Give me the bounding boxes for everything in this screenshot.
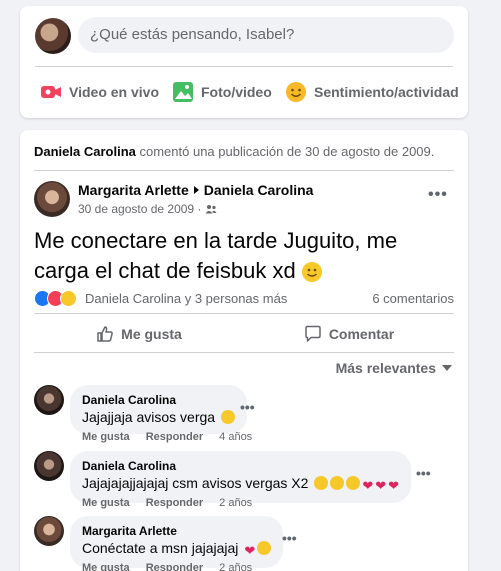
post-body: Me conectare en la tarde Juguito, me car… bbox=[34, 228, 398, 283]
tongue-laugh-emoji-icon bbox=[220, 410, 235, 424]
photo-video-button[interactable]: Foto/video bbox=[172, 74, 272, 110]
feeling-activity-label: Sentimiento/actividad bbox=[314, 84, 459, 100]
comment-reply-button[interactable]: Responder bbox=[146, 497, 203, 509]
comment-text-line: Jajajajajjajajaj csm avisos vergas X2 ❤ ❤… bbox=[82, 474, 399, 495]
live-video-button[interactable]: Video en vivo bbox=[40, 74, 159, 110]
divider bbox=[34, 352, 454, 353]
context-text: comentó una publicación de 30 de agosto … bbox=[135, 144, 435, 159]
haha-reaction-icon bbox=[60, 289, 77, 307]
comment-text: Jajajjaja avisos verga bbox=[82, 409, 216, 425]
heart-emoji-icon: ❤ bbox=[375, 478, 387, 493]
comment-time[interactable]: 2 años bbox=[219, 562, 252, 571]
comment-label: Comentar bbox=[328, 326, 395, 342]
comment-actions: Me gusta Responder 4 años bbox=[82, 431, 268, 443]
composer-actions: Video en vivo Foto/video Sentimiento/act… bbox=[20, 74, 468, 110]
comment-text: Jajajajajjajajaj csm avisos vergas X2 bbox=[82, 475, 309, 491]
sort-label: Más relevantes bbox=[335, 360, 436, 376]
rofl-emoji-icon bbox=[346, 476, 361, 490]
live-video-icon bbox=[41, 86, 61, 98]
heart-emoji-icon: ❤ bbox=[362, 478, 374, 493]
comment-bubble: Margarita Arlette Conéctate a msn jajaja… bbox=[70, 516, 284, 568]
rofl-emoji-icon bbox=[330, 476, 345, 490]
divider bbox=[34, 313, 454, 314]
author-avatar[interactable] bbox=[34, 181, 70, 217]
post-context: Daniela Carolina comentó una publicación… bbox=[34, 144, 434, 159]
comment-icon bbox=[305, 325, 321, 342]
context-actor[interactable]: Daniela Carolina bbox=[34, 144, 136, 159]
like-button[interactable]: Me gusta bbox=[34, 318, 244, 350]
status-input[interactable]: ¿Qué estás pensando, Isabel? bbox=[78, 17, 454, 53]
commenter-avatar[interactable] bbox=[34, 385, 64, 415]
feeling-activity-button[interactable]: Sentimiento/actividad bbox=[285, 74, 459, 110]
caret-down-icon bbox=[442, 365, 452, 371]
smile-emoji-icon bbox=[301, 262, 322, 283]
photo-video-label: Foto/video bbox=[201, 84, 272, 100]
rofl-emoji-icon bbox=[314, 476, 329, 490]
comment-actions: Me gusta Responder 2 años bbox=[82, 497, 268, 509]
comment-options-icon[interactable]: ••• bbox=[416, 465, 431, 481]
comment-actions: Me gusta Responder 2 años bbox=[82, 562, 268, 571]
comment-button[interactable]: Comentar bbox=[244, 318, 454, 350]
comment-like-button[interactable]: Me gusta bbox=[82, 497, 130, 509]
comment-text-line: Conéctate a msn jajajajaj ❤ bbox=[82, 539, 272, 560]
post-date[interactable]: 30 de agosto de 2009 · bbox=[78, 202, 201, 216]
like-label: Me gusta bbox=[121, 326, 182, 342]
post-options-icon[interactable]: ••• bbox=[428, 186, 448, 204]
comment-time[interactable]: 2 años bbox=[219, 497, 252, 509]
feeling-icon bbox=[286, 82, 306, 102]
reactions-text[interactable]: Daniela Carolina y 3 personas más bbox=[85, 291, 287, 306]
reactions-summary: Daniela Carolina y 3 personas más 6 come… bbox=[34, 288, 454, 308]
commenter-avatar[interactable] bbox=[34, 451, 64, 481]
user-avatar[interactable] bbox=[35, 18, 71, 54]
comment-options-icon[interactable]: ••• bbox=[240, 399, 255, 415]
commenter-name[interactable]: Daniela Carolina bbox=[82, 392, 235, 408]
post-text: Me conectare en la tarde Juguito, me car… bbox=[34, 226, 454, 286]
comment-bubble: Daniela Carolina Jajajajajjajajaj csm av… bbox=[70, 451, 412, 503]
comment-like-button[interactable]: Me gusta bbox=[82, 562, 130, 571]
photo-icon bbox=[173, 82, 193, 102]
author-name[interactable]: Margarita Arlette bbox=[78, 182, 189, 198]
comment-time[interactable]: 4 años bbox=[219, 431, 252, 443]
target-name[interactable]: Daniela Carolina bbox=[204, 182, 314, 198]
comment-text: Conéctate a msn jajajajaj bbox=[82, 540, 239, 556]
rofl-emoji-icon bbox=[257, 541, 272, 555]
heart-emoji-icon: ❤ bbox=[388, 478, 400, 493]
friends-privacy-icon bbox=[205, 205, 217, 214]
post-composer: ¿Qué estás pensando, Isabel? Video en vi… bbox=[20, 6, 468, 118]
post-header: Margarita Arlette Daniela Carolina bbox=[78, 182, 313, 198]
divider bbox=[34, 170, 454, 171]
arrow-right-icon bbox=[193, 186, 199, 194]
commenter-avatar[interactable] bbox=[34, 516, 64, 546]
comment-like-button[interactable]: Me gusta bbox=[82, 431, 130, 443]
post-meta: 30 de agosto de 2009 · bbox=[78, 202, 217, 216]
comments-count[interactable]: 6 comentarios bbox=[372, 291, 454, 306]
heart-emoji-icon: ❤ bbox=[244, 543, 256, 558]
comment-reply-button[interactable]: Responder bbox=[146, 562, 203, 571]
commenter-name[interactable]: Daniela Carolina bbox=[82, 458, 399, 474]
comment-bubble: Daniela Carolina Jajajjaja avisos verga bbox=[70, 385, 247, 434]
divider bbox=[35, 66, 453, 67]
comment-reply-button[interactable]: Responder bbox=[146, 431, 203, 443]
comment-text-line: Jajajjaja avisos verga bbox=[82, 408, 235, 426]
reaction-icons[interactable] bbox=[34, 289, 77, 307]
thumbs-up-icon bbox=[97, 326, 114, 342]
post-card: Daniela Carolina comentó una publicación… bbox=[20, 130, 468, 571]
commenter-name[interactable]: Margarita Arlette bbox=[82, 523, 271, 539]
live-video-label: Video en vivo bbox=[69, 84, 159, 100]
sort-comments-dropdown[interactable]: Más relevantes bbox=[336, 360, 452, 376]
comment-options-icon[interactable]: ••• bbox=[282, 530, 297, 546]
post-action-bar: Me gusta Comentar bbox=[34, 318, 454, 350]
